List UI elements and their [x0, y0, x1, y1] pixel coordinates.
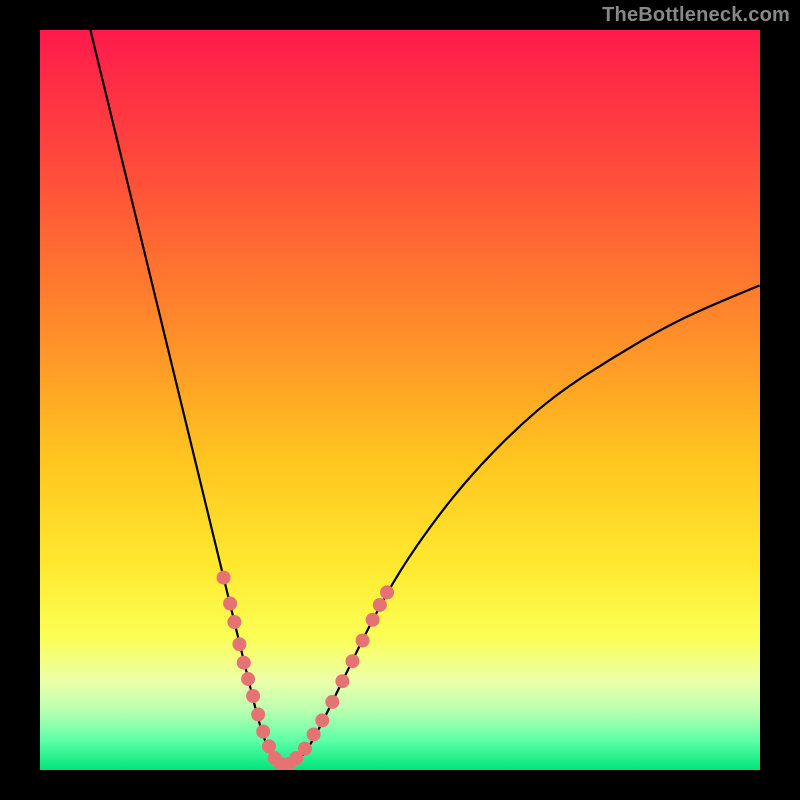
data-dot	[356, 634, 370, 648]
data-dot	[246, 689, 260, 703]
data-dot	[217, 571, 231, 585]
data-dot	[227, 615, 241, 629]
data-dot	[223, 597, 237, 611]
data-dot	[373, 598, 387, 612]
plot-area	[40, 30, 760, 770]
data-dot	[232, 637, 246, 651]
data-dot	[325, 695, 339, 709]
data-dot	[345, 654, 359, 668]
data-dot	[366, 613, 380, 627]
data-dot	[251, 708, 265, 722]
data-dot	[256, 725, 270, 739]
chart-svg	[40, 30, 760, 770]
chart-frame: TheBottleneck.com	[0, 0, 800, 800]
data-dot	[237, 656, 251, 670]
data-dot	[298, 742, 312, 756]
watermark-text: TheBottleneck.com	[602, 4, 790, 27]
gradient-background	[40, 30, 760, 770]
data-dot	[241, 672, 255, 686]
data-dot	[380, 585, 394, 599]
data-dot	[307, 727, 321, 741]
data-dot	[315, 713, 329, 727]
data-dot	[335, 674, 349, 688]
